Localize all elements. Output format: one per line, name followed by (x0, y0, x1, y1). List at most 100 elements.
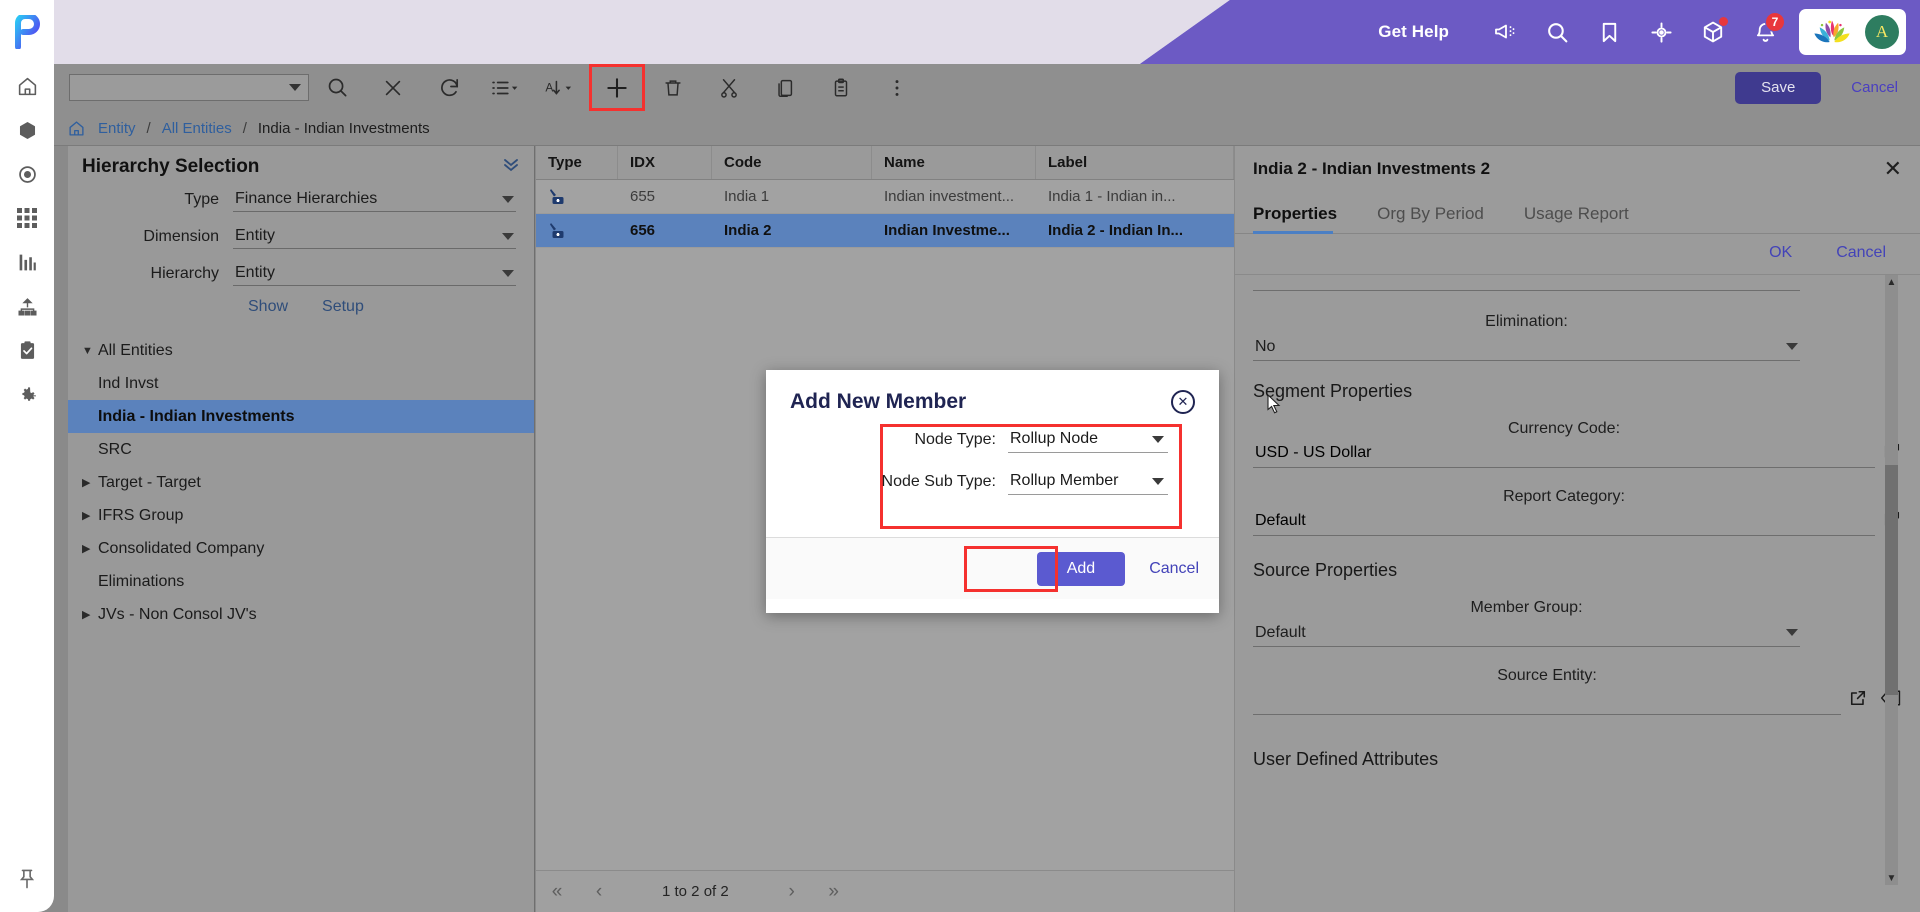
sidebar-item-settings[interactable] (0, 372, 54, 416)
scrollbar-thumb[interactable] (1885, 465, 1898, 695)
elimination-value: No (1255, 337, 1276, 355)
tab-properties[interactable]: Properties (1253, 198, 1355, 234)
dialog-cancel-button[interactable]: Cancel (1149, 560, 1199, 578)
cut-icon[interactable] (701, 64, 757, 111)
sort-icon[interactable]: A (533, 64, 589, 111)
node-sub-type-dropdown[interactable]: Rollup Member (1008, 472, 1168, 495)
member-group-dropdown[interactable]: Default (1253, 623, 1800, 647)
dimension-dropdown[interactable]: Entity (233, 227, 516, 249)
tree-item-jvs-non-consol[interactable]: ▶ JVs - Non Consol JV's (68, 598, 534, 631)
tree-item-india-indian-investments[interactable]: India - Indian Investments (68, 400, 534, 433)
table-row[interactable]: 656 India 2 Indian Investme... India 2 -… (536, 214, 1234, 248)
cancel-button[interactable]: Cancel (1851, 79, 1898, 96)
source-entity-value[interactable] (1253, 691, 1841, 715)
show-link[interactable]: Show (248, 298, 288, 316)
entity-tree: ▼ All Entities Ind Invst India - Indian … (68, 334, 534, 631)
tree-item-ifrs-group[interactable]: ▶ IFRS Group (68, 499, 534, 532)
tree-item-src[interactable]: SRC (68, 433, 534, 466)
sidebar-item-tasks[interactable] (0, 328, 54, 372)
tab-usage-report[interactable]: Usage Report (1524, 198, 1647, 233)
properties-body: Elimination: No Segment Properties Curre… (1235, 275, 1920, 912)
hierarchy-dropdown[interactable]: Entity (233, 264, 516, 286)
field-elimination: Elimination: No (1235, 313, 1920, 361)
currency-code-value[interactable]: USD - US Dollar (1253, 444, 1875, 468)
home-icon[interactable] (68, 120, 85, 137)
tree-item-ind-invst[interactable]: Ind Invst (68, 367, 534, 400)
field-label: Type (184, 191, 219, 208)
type-value: Finance Hierarchies (235, 190, 378, 207)
breadcrumb-item-all-entities[interactable]: All Entities (162, 120, 232, 137)
properties-scrollbar[interactable]: ▲ ▼ (1885, 275, 1898, 885)
toolbar-filter-dropdown[interactable] (69, 74, 309, 101)
column-header-label[interactable]: Label (1036, 146, 1234, 179)
get-help-link[interactable]: Get Help (1378, 22, 1449, 42)
bell-icon[interactable]: 7 (1739, 0, 1791, 64)
cell-code: India 2 (724, 222, 772, 239)
scroll-down-arrow-icon[interactable]: ▼ (1885, 871, 1898, 885)
triangle-right-icon[interactable]: ▶ (82, 608, 98, 621)
megaphone-icon[interactable] (1479, 0, 1531, 64)
last-page-button[interactable]: » (813, 871, 855, 912)
add-icon[interactable] (589, 64, 645, 111)
elimination-dropdown[interactable]: No (1253, 337, 1800, 361)
column-header-name[interactable]: Name (872, 146, 1036, 179)
tree-item-target[interactable]: ▶ Target - Target (68, 466, 534, 499)
sidebar-item-reports[interactable] (0, 240, 54, 284)
hierarchy-selection-panel: Hierarchy Selection Type Finance Hierarc… (68, 146, 535, 912)
chevron-double-down-icon[interactable] (502, 158, 520, 176)
cube-icon[interactable] (1687, 0, 1739, 64)
ok-button[interactable]: OK (1769, 244, 1792, 262)
paste-icon[interactable] (813, 64, 869, 111)
copy-icon[interactable] (757, 64, 813, 111)
sidebar-item-models[interactable] (0, 108, 54, 152)
setup-link[interactable]: Setup (322, 298, 364, 316)
more-icon[interactable] (869, 64, 925, 111)
list-view-icon[interactable] (477, 64, 533, 111)
type-dropdown[interactable]: Finance Hierarchies (233, 190, 516, 212)
sidebar-item-target[interactable] (0, 152, 54, 196)
cell-label: India 1 - Indian in... (1048, 188, 1176, 205)
column-header-code[interactable]: Code (712, 146, 872, 179)
profile-menu[interactable]: A (1799, 9, 1906, 55)
tree-item-consolidated-company[interactable]: ▶ Consolidated Company (68, 532, 534, 565)
tree-item-all-entities[interactable]: ▼ All Entities (68, 334, 534, 367)
app-logo[interactable] (12, 0, 42, 64)
prev-page-button[interactable]: ‹ (578, 871, 620, 912)
next-page-button[interactable]: › (771, 871, 813, 912)
triangle-down-icon[interactable]: ▼ (82, 345, 98, 357)
tab-org-by-period[interactable]: Org By Period (1377, 198, 1502, 233)
table-row[interactable]: 655 India 1 Indian investment... India 1… (536, 180, 1234, 214)
sidebar-item-grid[interactable] (0, 196, 54, 240)
report-category-value[interactable]: Default (1253, 512, 1875, 536)
clear-icon[interactable] (365, 64, 421, 111)
search-icon[interactable] (1531, 0, 1583, 64)
dialog-title: Add New Member (790, 390, 967, 413)
triangle-right-icon[interactable]: ▶ (82, 509, 98, 522)
sidebar-item-hierarchy[interactable] (0, 284, 54, 328)
pushpin-icon[interactable] (0, 868, 54, 890)
refresh-icon[interactable] (421, 64, 477, 111)
column-header-type[interactable]: Type (536, 146, 618, 179)
external-link-icon[interactable] (1848, 688, 1868, 713)
save-button[interactable]: Save (1735, 71, 1822, 104)
triangle-right-icon[interactable]: ▶ (82, 476, 98, 489)
target-icon[interactable] (1635, 0, 1687, 64)
close-icon[interactable]: ✕ (1884, 158, 1902, 180)
sidebar-item-home[interactable] (0, 64, 54, 108)
dialog-header: Add New Member ✕ (766, 370, 1219, 420)
scroll-up-arrow-icon[interactable]: ▲ (1885, 275, 1898, 289)
node-type-dropdown[interactable]: Rollup Node (1008, 430, 1168, 453)
column-header-idx[interactable]: IDX (618, 146, 712, 179)
search-icon[interactable] (309, 64, 365, 111)
first-page-button[interactable]: « (536, 871, 578, 912)
delete-icon[interactable] (645, 64, 701, 111)
rollup-node-icon (536, 180, 618, 213)
breadcrumb-item-entity[interactable]: Entity (98, 120, 136, 137)
field-label: Elimination: (1485, 313, 1568, 330)
close-circle-icon[interactable]: ✕ (1171, 390, 1195, 414)
tree-item-eliminations[interactable]: Eliminations (68, 565, 534, 598)
properties-cancel-button[interactable]: Cancel (1836, 244, 1886, 262)
cell-idx: 655 (630, 188, 656, 205)
triangle-right-icon[interactable]: ▶ (82, 542, 98, 555)
bookmark-icon[interactable] (1583, 0, 1635, 64)
